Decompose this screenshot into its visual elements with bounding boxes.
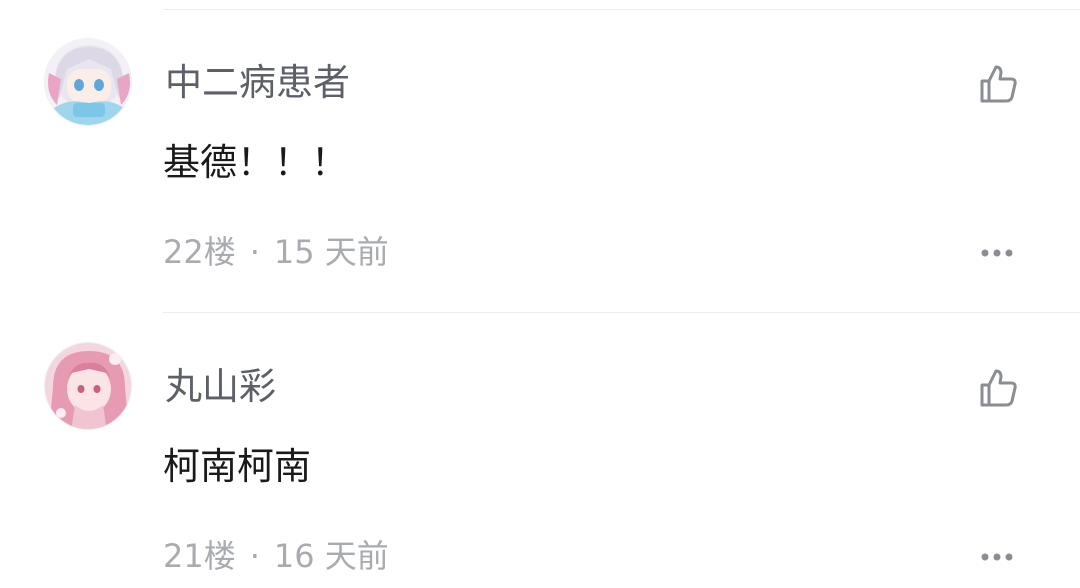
username[interactable]: 中二病患者 — [165, 60, 350, 106]
timestamp: 15 天前 — [273, 233, 389, 271]
more-dots-icon — [981, 249, 1013, 257]
timestamp: 16 天前 — [273, 537, 389, 575]
thumbs-up-icon — [980, 369, 1017, 407]
more-dots-icon — [981, 553, 1013, 561]
meta-separator: · — [249, 537, 260, 575]
comment-meta: 22楼 · 15 天前 — [163, 232, 389, 272]
comment-list: 中二病患者 基德！！！ 22楼 · 15 天前 丸山彩 柯南柯南 21楼 · 1… — [0, 0, 1080, 588]
divider — [163, 9, 1080, 10]
avatar[interactable] — [44, 342, 132, 430]
more-button[interactable] — [974, 542, 1020, 572]
thumbs-up-icon — [980, 65, 1017, 103]
comment-text: 基德！！！ — [163, 141, 348, 184]
like-button[interactable] — [972, 364, 1024, 412]
meta-separator: · — [249, 233, 260, 271]
floor-number: 22楼 — [163, 233, 236, 271]
anime-avatar-pink-hair-icon — [45, 343, 131, 429]
like-button[interactable] — [972, 60, 1024, 108]
comment-meta: 21楼 · 16 天前 — [163, 536, 389, 576]
more-button[interactable] — [974, 238, 1020, 268]
comment-text: 柯南柯南 — [163, 445, 311, 488]
anime-avatar-white-hair-icon — [45, 39, 131, 125]
floor-number: 21楼 — [163, 537, 236, 575]
avatar[interactable] — [44, 38, 132, 126]
username[interactable]: 丸山彩 — [165, 364, 276, 410]
divider — [163, 312, 1080, 313]
